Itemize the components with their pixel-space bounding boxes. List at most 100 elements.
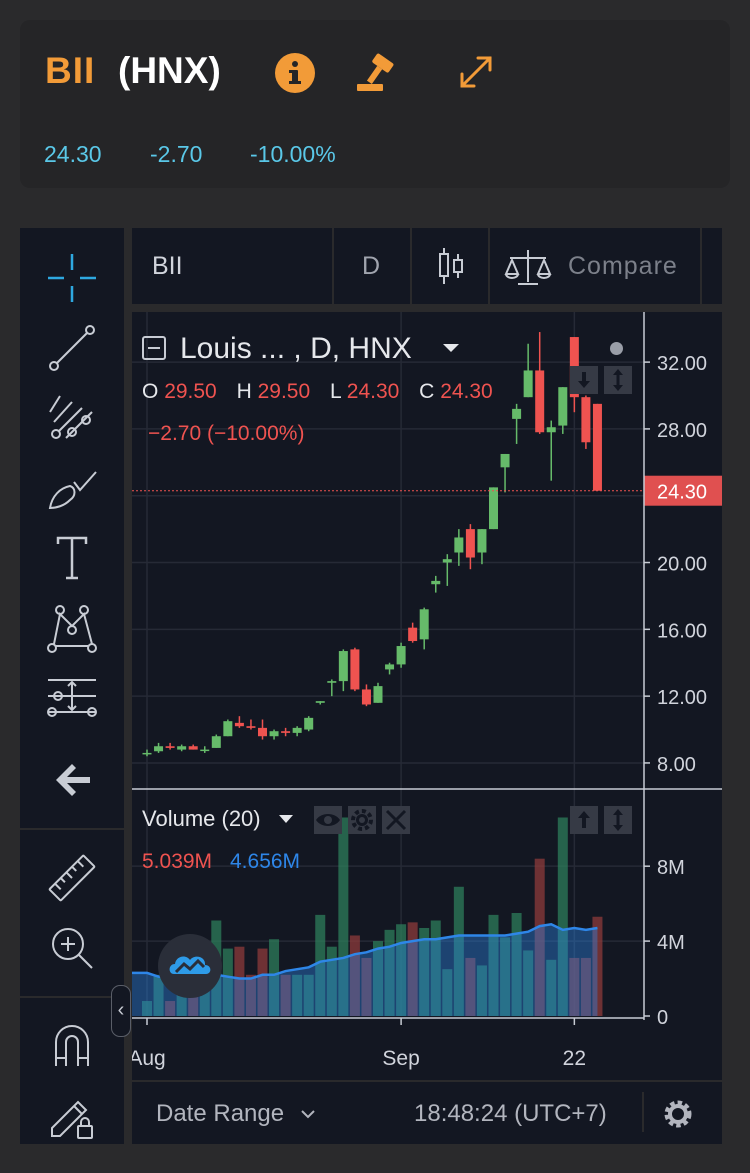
topbar-divider xyxy=(332,228,334,304)
candle-body xyxy=(592,403,602,491)
auction-gavel-icon[interactable] xyxy=(355,52,401,94)
volume-tick-label: 0 xyxy=(657,1007,668,1029)
candle-body xyxy=(177,746,187,750)
measure-adjust-icon[interactable] xyxy=(46,672,98,724)
pattern-icon[interactable] xyxy=(46,602,98,654)
chevron-down-icon[interactable] xyxy=(442,342,460,354)
candle-body xyxy=(558,387,568,426)
legend-title[interactable]: Louis ... , D, HNX xyxy=(180,332,412,366)
bottom-gutter xyxy=(20,1144,750,1173)
last-price-tag-label: 24.30 xyxy=(657,482,707,504)
cloud-chart-icon xyxy=(169,956,211,974)
expand-icon[interactable] xyxy=(456,52,496,92)
volume-maximize-button[interactable] xyxy=(604,806,632,834)
candle-body xyxy=(304,717,314,730)
arrow-down-icon xyxy=(578,372,590,388)
open-value: 29.50 xyxy=(164,380,217,403)
price-tick-label: 28.00 xyxy=(657,420,707,442)
price-tick-label: 12.00 xyxy=(657,687,707,709)
candle-body xyxy=(281,731,291,733)
date-range-button[interactable]: Date Range xyxy=(156,1100,284,1128)
candle-body xyxy=(154,746,164,752)
candle-body xyxy=(523,370,533,398)
volume-tick-label: 4M xyxy=(657,932,685,954)
gear-icon[interactable] xyxy=(348,806,376,834)
close-icon[interactable] xyxy=(382,806,410,834)
candle-body xyxy=(200,749,210,752)
drawing-toolbar xyxy=(20,228,124,1158)
price-tick-label: 20.00 xyxy=(657,554,707,576)
tradingview-logo[interactable] xyxy=(158,934,222,998)
brush-icon[interactable] xyxy=(46,462,98,514)
topbar-gap xyxy=(132,304,722,312)
pane-move-up-button[interactable] xyxy=(570,366,598,394)
topbar-divider xyxy=(488,228,490,304)
candle-body xyxy=(408,627,418,642)
candle-body xyxy=(327,681,337,683)
info-icon[interactable] xyxy=(273,51,317,95)
arrow-up-icon xyxy=(578,811,590,828)
candle-body xyxy=(581,397,591,443)
legend-change: −2.70 (−10.00%) xyxy=(148,422,305,445)
volume-title[interactable]: Volume (20) xyxy=(142,806,261,832)
ohlc-readout: O 29.50 H 29.50 L 24.30 C 24.30 xyxy=(142,380,493,404)
candle-body xyxy=(489,487,498,530)
chevron-down-icon[interactable] xyxy=(300,1108,316,1120)
compare-button[interactable]: Compare xyxy=(568,252,678,281)
candle-body xyxy=(258,727,267,737)
lock-pencil-icon[interactable] xyxy=(46,1090,98,1142)
scales-icon[interactable] xyxy=(504,246,552,288)
exchange-label: (HNX) xyxy=(118,50,221,91)
pane-maximize-button[interactable] xyxy=(604,366,632,394)
price-tick-label: 16.00 xyxy=(657,620,707,642)
trend-line-icon[interactable] xyxy=(46,322,98,374)
candle-body xyxy=(350,649,360,690)
chevron-down-icon[interactable] xyxy=(278,814,294,824)
candle-body xyxy=(165,746,175,748)
clock-timezone[interactable]: 18:48:24 (UTC+7) xyxy=(414,1100,607,1128)
candle-body xyxy=(385,664,395,670)
toolbar-collapse-handle[interactable]: ‹ xyxy=(111,985,131,1037)
symbol-label: BII xyxy=(45,50,96,91)
crosshair-icon[interactable] xyxy=(46,252,98,304)
last-price: 24.30 xyxy=(44,141,102,167)
candle-body xyxy=(142,752,152,755)
low-value: 24.30 xyxy=(346,380,400,403)
fib-pitchfork-icon[interactable] xyxy=(46,392,98,444)
back-arrow-icon[interactable] xyxy=(46,754,98,806)
price-change-percent: -10.00% xyxy=(250,141,336,167)
toolbar-divider xyxy=(20,996,124,998)
candle-body xyxy=(269,731,279,737)
interval-button[interactable]: D xyxy=(362,252,380,281)
candle-body xyxy=(234,722,244,727)
candle-body xyxy=(223,721,233,737)
ruler-icon[interactable] xyxy=(46,852,98,904)
market-status-dot xyxy=(610,342,623,355)
zoom-in-icon[interactable] xyxy=(46,922,98,974)
low-label: L xyxy=(330,380,341,403)
bottombar-divider xyxy=(642,1092,644,1132)
eye-icon[interactable] xyxy=(314,806,342,834)
resize-vertical-icon xyxy=(613,369,623,391)
open-label: O xyxy=(142,380,159,403)
candle-body xyxy=(338,651,348,682)
quote-header: BII (HNX) 24.30 -2.70 -10.00% xyxy=(20,20,730,188)
magnet-icon[interactable] xyxy=(46,1020,98,1072)
symbol-search-button[interactable]: BII xyxy=(152,252,183,281)
candle-body xyxy=(477,529,487,553)
candlestick-icon[interactable] xyxy=(436,246,466,286)
price-change: -2.70 xyxy=(150,141,203,167)
gear-icon[interactable] xyxy=(662,1098,694,1130)
candle-body xyxy=(454,537,464,553)
volume-tick-label: 8M xyxy=(657,857,685,879)
collapse-legend-icon[interactable] xyxy=(142,336,166,360)
chart-topbar: BII D Compare xyxy=(132,228,722,304)
volume-move-up-button[interactable] xyxy=(570,806,598,834)
candle-body xyxy=(512,408,522,419)
chart-area[interactable]: 8.0012.0016.0020.0024.0028.0032.0004M8M2… xyxy=(132,312,722,1080)
candle-body xyxy=(211,736,221,748)
right-gutter xyxy=(722,228,750,1158)
text-icon[interactable] xyxy=(46,532,98,584)
candle-body xyxy=(188,746,198,750)
candle-body xyxy=(535,370,545,433)
